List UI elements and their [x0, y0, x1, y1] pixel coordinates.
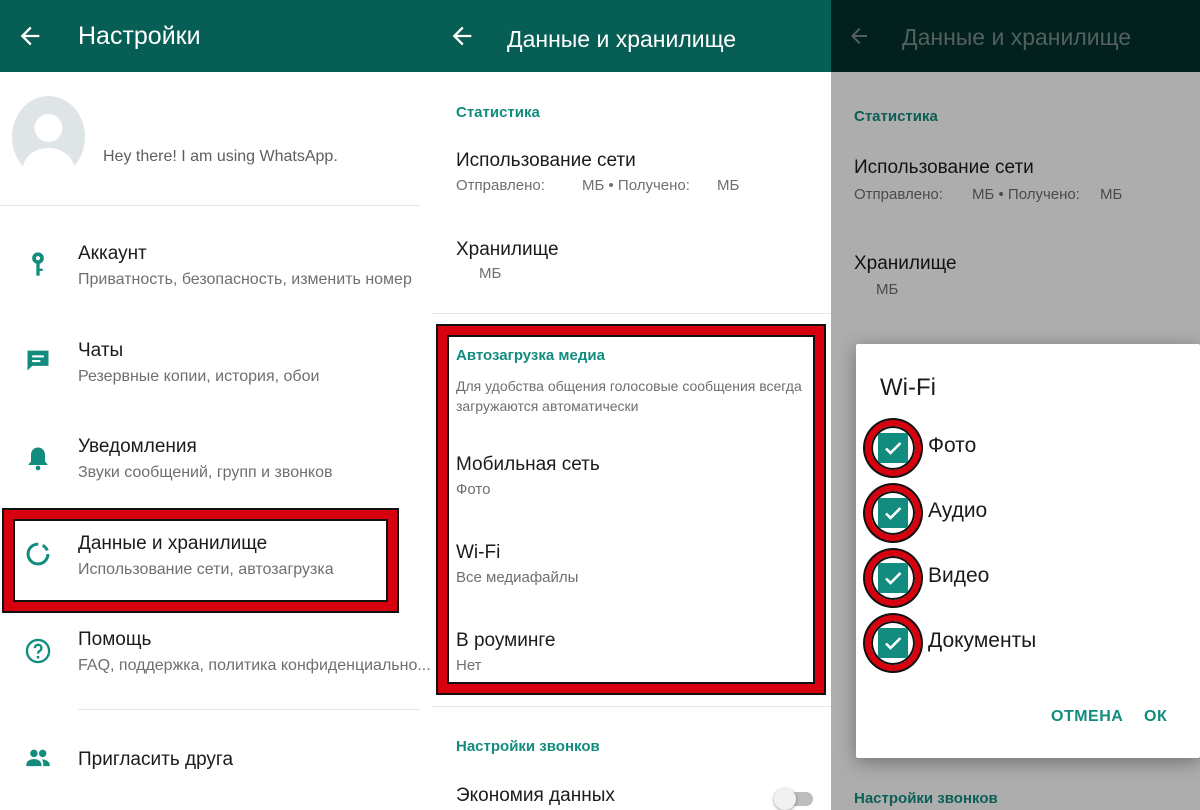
- section-header-calls: Настройки звонков: [456, 738, 600, 755]
- page-title: Данные и хранилище: [507, 26, 737, 52]
- section-header-stats: Статистика: [456, 104, 540, 121]
- settings-item-subtitle: Звуки сообщений, групп и звонков: [78, 464, 333, 481]
- checkbox-checked-icon[interactable]: [878, 498, 908, 528]
- settings-item-title: Аккаунт: [78, 243, 147, 264]
- settings-app-bar: Настройки: [0, 0, 432, 72]
- option-label: Видео: [928, 564, 990, 587]
- highlight-frame: [438, 326, 824, 693]
- avatar[interactable]: [12, 96, 85, 178]
- wifi-autodownload-dialog: Wi-Fi Фото Аудио Видео Документы ОТМЕНА …: [856, 344, 1200, 758]
- back-arrow-icon[interactable]: [16, 22, 44, 50]
- cancel-button[interactable]: ОТМЕНА: [1051, 708, 1123, 726]
- divider: [432, 706, 831, 707]
- divider: [78, 709, 420, 710]
- people-icon: [26, 749, 50, 767]
- checkbox-checked-icon[interactable]: [878, 563, 908, 593]
- checkbox-checked-icon[interactable]: [878, 433, 908, 463]
- bell-icon: [28, 447, 48, 471]
- settings-screen: Настройки Hey there! I am using WhatsApp…: [0, 0, 432, 810]
- sent-received-unit: МБ • Получено:: [582, 177, 690, 194]
- data-storage-app-bar: Данные и хранилище: [432, 0, 831, 72]
- toggle-knob: [774, 788, 796, 810]
- received-unit: МБ: [717, 177, 740, 194]
- settings-item-subtitle: Приватность, безопасность, изменить номе…: [78, 271, 412, 288]
- storage-value: МБ: [479, 265, 502, 282]
- divider: [432, 313, 831, 314]
- settings-item-subtitle: Резервные копии, история, обои: [78, 368, 320, 385]
- settings-item-title: Уведомления: [78, 436, 197, 457]
- option-label: Аудио: [928, 499, 988, 522]
- option-label: Фото: [928, 434, 977, 457]
- option-photo[interactable]: Фото: [860, 418, 1180, 478]
- sent-label: Отправлено:: [456, 177, 545, 194]
- dialog-title: Wi-Fi: [880, 374, 936, 401]
- data-saver-title: Экономия данных: [456, 785, 615, 806]
- divider: [0, 205, 420, 206]
- ok-button[interactable]: ОК: [1144, 708, 1167, 726]
- page-title: Настройки: [78, 22, 201, 50]
- wifi-dialog-screen: Данные и хранилище Статистика Использова…: [831, 0, 1200, 810]
- option-documents[interactable]: Документы: [860, 613, 1180, 673]
- network-usage-title: Использование сети: [456, 150, 636, 171]
- settings-item-title: Помощь: [78, 629, 152, 650]
- data-saver-toggle[interactable]: [774, 788, 813, 810]
- storage-title: Хранилище: [456, 239, 559, 260]
- option-video[interactable]: Видео: [860, 548, 1180, 608]
- help-icon: [25, 638, 51, 664]
- key-icon: [32, 252, 44, 276]
- settings-item-title: Пригласить друга: [78, 749, 234, 770]
- chat-icon: [27, 350, 49, 371]
- profile-status: Hey there! I am using WhatsApp.: [103, 148, 338, 165]
- default-avatar-icon: [22, 114, 75, 178]
- option-audio[interactable]: Аудио: [860, 483, 1180, 543]
- checkbox-checked-icon[interactable]: [878, 628, 908, 658]
- option-label: Документы: [928, 629, 1037, 652]
- settings-item-title: Чаты: [78, 340, 124, 361]
- back-arrow-icon[interactable]: [448, 22, 476, 50]
- highlight-frame: [4, 510, 397, 611]
- data-storage-screen: Данные и хранилище Статистика Использова…: [432, 0, 831, 810]
- settings-item-subtitle: FAQ, поддержка, политика конфиденциально…: [78, 657, 431, 674]
